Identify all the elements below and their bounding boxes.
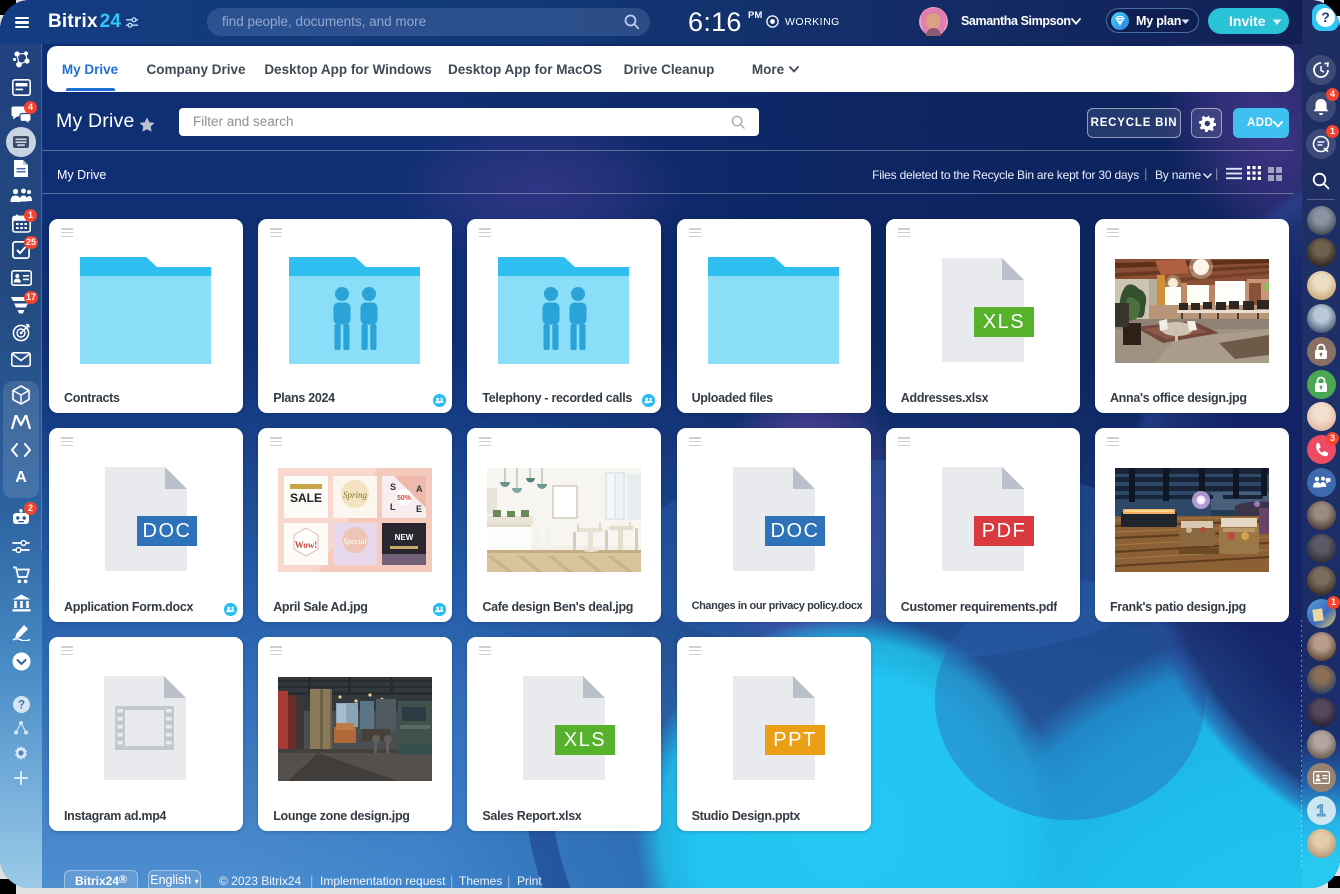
svg-text:XLS: XLS [983,311,1025,333]
svg-text:XLS: XLS [564,729,606,751]
svg-text:50%: 50% [397,495,412,502]
svg-text:A: A [416,484,423,494]
svg-text:DOC: DOC [770,520,819,542]
svg-text:S: S [390,482,396,492]
svg-text:?: ? [17,699,24,711]
svg-text:Special: Special [343,537,367,546]
svg-text:PPT: PPT [773,729,816,751]
svg-text:DOC: DOC [143,520,192,542]
svg-text:NEW: NEW [395,533,414,542]
svg-text:PDF: PDF [982,520,1027,542]
svg-text:Wow!: Wow! [295,540,318,550]
svg-text:L: L [390,502,396,512]
svg-text:E: E [416,504,422,514]
svg-text:SALE: SALE [290,491,322,505]
svg-text:Spring: Spring [343,490,368,500]
